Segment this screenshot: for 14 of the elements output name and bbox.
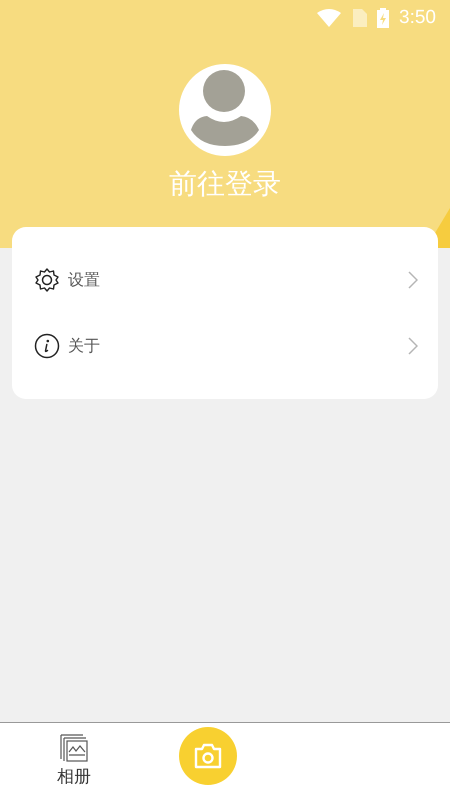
album-tab[interactable]: 相册 [57,733,91,788]
chevron-right-icon [408,271,418,289]
photo-stack-icon [59,733,89,763]
camera-icon [193,743,223,769]
wifi-icon [317,9,342,27]
chevron-right-icon [408,337,418,355]
menu-item[interactable]: 关于 [12,313,438,379]
battery-icon [377,8,390,28]
info-icon [34,333,60,359]
avatar-icon[interactable] [179,64,271,156]
no-sim-icon [351,9,368,27]
settings-icon [34,267,60,293]
menu-item[interactable]: 设置 [12,247,438,313]
clock-time: 3:50 [399,7,436,29]
